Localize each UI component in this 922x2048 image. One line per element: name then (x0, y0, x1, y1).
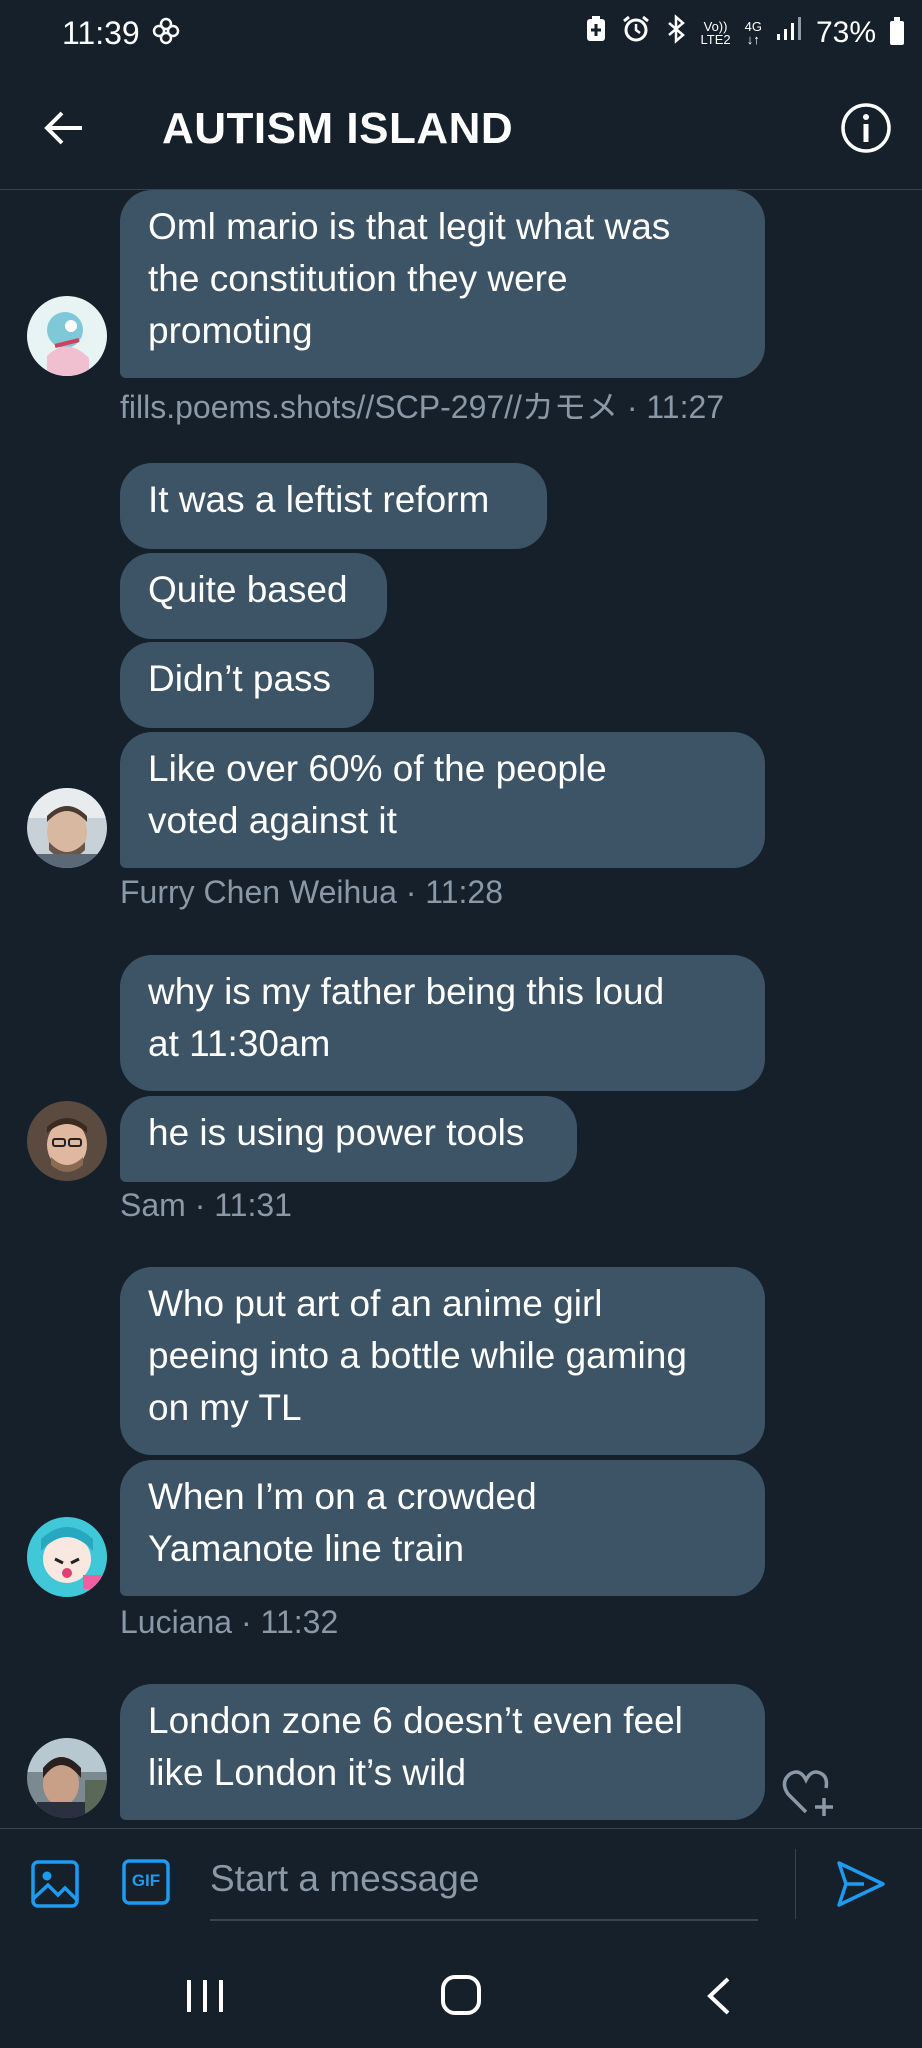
alarm-icon (621, 14, 651, 52)
volte-indicator: Vo)) LTE2 (700, 19, 731, 47)
avatar[interactable] (27, 788, 107, 868)
message-bubble[interactable]: London zone 6 doesn’t even feel like Lon… (120, 1684, 765, 1820)
message-meta: Luciana · 11:32 (120, 1604, 339, 1640)
send-icon (837, 1861, 885, 1907)
send-button[interactable] (834, 1857, 888, 1911)
recent-apps-icon (187, 1980, 223, 2012)
page-title: AUTISM ISLAND (162, 104, 514, 153)
message-bubble[interactable]: why is my father being this loud at 11:3… (120, 955, 765, 1091)
status-bar: 11:39 Vo)) LTE2 4G ↓↑ 73% (0, 0, 922, 66)
add-image-button[interactable] (30, 1859, 80, 1909)
home-icon (441, 1975, 481, 2015)
pinwheel-icon (152, 17, 180, 49)
network-indicator: 4G ↓↑ (744, 19, 762, 47)
system-nav-bar (0, 1938, 922, 2048)
gif-label: GIF (131, 1871, 161, 1890)
battery-icon (890, 17, 904, 45)
info-button[interactable] (838, 100, 894, 156)
back-button[interactable] (36, 100, 92, 156)
message-bubble[interactable]: he is using power tools (120, 1096, 577, 1182)
signal-icon (776, 16, 802, 50)
message-bubble[interactable]: Quite based (120, 553, 387, 639)
composer-divider (795, 1849, 796, 1919)
message-input[interactable] (210, 1839, 758, 1921)
conversation-header: AUTISM ISLAND (0, 66, 922, 190)
home-button[interactable] (440, 1974, 482, 2016)
avatar[interactable] (27, 1101, 107, 1181)
back-arrow-icon (44, 111, 82, 145)
image-icon (31, 1860, 79, 1908)
message-meta: fills.poems.shots//SCP-297//カモメ · 11:27 (120, 389, 725, 425)
recent-apps-button[interactable] (184, 1978, 226, 2014)
message-bubble[interactable]: When I’m on a crowded Yamanote line trai… (120, 1460, 765, 1596)
info-icon (841, 103, 891, 153)
message-composer: GIF (0, 1828, 922, 1938)
chevron-left-icon (707, 1977, 730, 2015)
message-bubble[interactable]: It was a leftist reform (120, 463, 547, 549)
avatar[interactable] (27, 1738, 107, 1818)
message-meta: Furry Chen Weihua · 11:28 (120, 874, 503, 910)
battery-percent: 73% (815, 16, 876, 49)
message-list[interactable]: Oml mario is that legit what was the con… (0, 190, 922, 1828)
status-time: 11:39 (62, 14, 140, 51)
message-bubble[interactable]: Who put art of an anime girl peeing into… (120, 1267, 765, 1455)
system-back-button[interactable] (702, 1976, 736, 2016)
gif-button[interactable]: GIF (122, 1859, 170, 1905)
message-meta: Sam · 11:31 (120, 1187, 292, 1223)
avatar[interactable] (27, 296, 107, 376)
message-bubble[interactable]: Like over 60% of the people voted agains… (120, 732, 765, 868)
bluetooth-icon (665, 14, 687, 52)
avatar[interactable] (27, 1517, 107, 1597)
message-bubble[interactable]: Didn’t pass (120, 642, 374, 728)
react-heart-button[interactable] (782, 1768, 836, 1818)
heart-add-icon (782, 1770, 833, 1816)
message-bubble[interactable]: Oml mario is that legit what was the con… (120, 190, 765, 378)
battery-saver-icon (585, 15, 607, 51)
